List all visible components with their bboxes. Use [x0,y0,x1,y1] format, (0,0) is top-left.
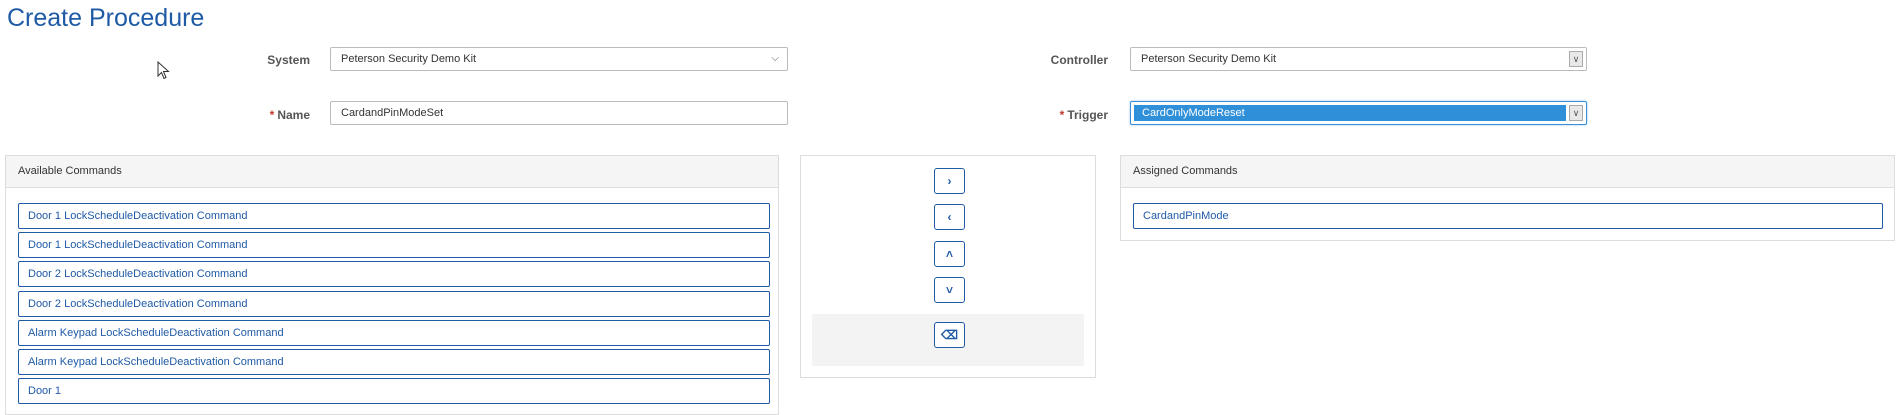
controller-label: Controller [1050,53,1108,67]
chevron-down-icon: ∨ [1569,51,1583,67]
name-input[interactable]: CardandPinModeSet [330,101,788,125]
available-commands-title: Available Commands [6,156,778,188]
chevron-down-icon: ∨ [1569,105,1583,121]
assigned-command-item[interactable]: CardandPinMode [1133,203,1883,229]
mouse-cursor-icon [157,61,170,80]
assigned-commands-panel: Assigned Commands CardandPinMode [1120,155,1895,241]
controller-select[interactable]: Peterson Security Demo Kit ∨ [1130,47,1587,71]
command-controls-panel: › ‹ ˄ ˅ ⌫ [800,155,1096,378]
name-label: * Name [269,108,310,122]
available-command-item[interactable]: Door 1 [18,378,770,404]
trigger-label: * Trigger [1059,108,1108,122]
trigger-select[interactable]: CardOnlyModeReset ∨ [1130,101,1587,125]
move-right-button[interactable]: › [934,168,965,194]
move-left-button[interactable]: ‹ [934,204,965,230]
eraser-icon: ⌫ [941,328,958,342]
controller-select-value: Peterson Security Demo Kit [1141,53,1277,65]
controls-footer: ⌫ [812,314,1084,366]
available-command-item[interactable]: Alarm Keypad LockScheduleDeactivation Co… [18,320,770,346]
system-select[interactable]: Peterson Security Demo Kit ⌵ [330,47,788,71]
chevron-right-icon: › [947,174,952,188]
chevron-up-icon: ˄ [945,247,953,261]
assigned-commands-title: Assigned Commands [1121,156,1894,188]
available-commands-panel: Available Commands Door 1 LockScheduleDe… [5,155,779,415]
available-command-item[interactable]: Door 2 LockScheduleDeactivation Command [18,291,770,317]
chevron-left-icon: ‹ [947,210,952,224]
move-down-button[interactable]: ˅ [934,277,965,303]
available-command-item[interactable]: Door 1 LockScheduleDeactivation Command [18,232,770,258]
required-marker: * [1059,108,1065,122]
available-command-item[interactable]: Door 2 LockScheduleDeactivation Command [18,261,770,287]
system-label: System [267,53,310,67]
available-command-item[interactable]: Door 1 LockScheduleDeactivation Command [18,203,770,229]
chevron-down-icon: ˅ [945,283,953,297]
system-select-value: Peterson Security Demo Kit [341,53,477,65]
chevron-down-icon: ⌵ [771,53,779,64]
required-marker: * [269,108,275,122]
move-up-button[interactable]: ˄ [934,241,965,267]
clear-button[interactable]: ⌫ [934,322,965,348]
available-command-item[interactable]: Alarm Keypad LockScheduleDeactivation Co… [18,349,770,375]
trigger-select-value: CardOnlyModeReset [1134,105,1566,121]
page-title: Create Procedure [7,4,205,32]
name-input-value: CardandPinModeSet [341,107,444,119]
